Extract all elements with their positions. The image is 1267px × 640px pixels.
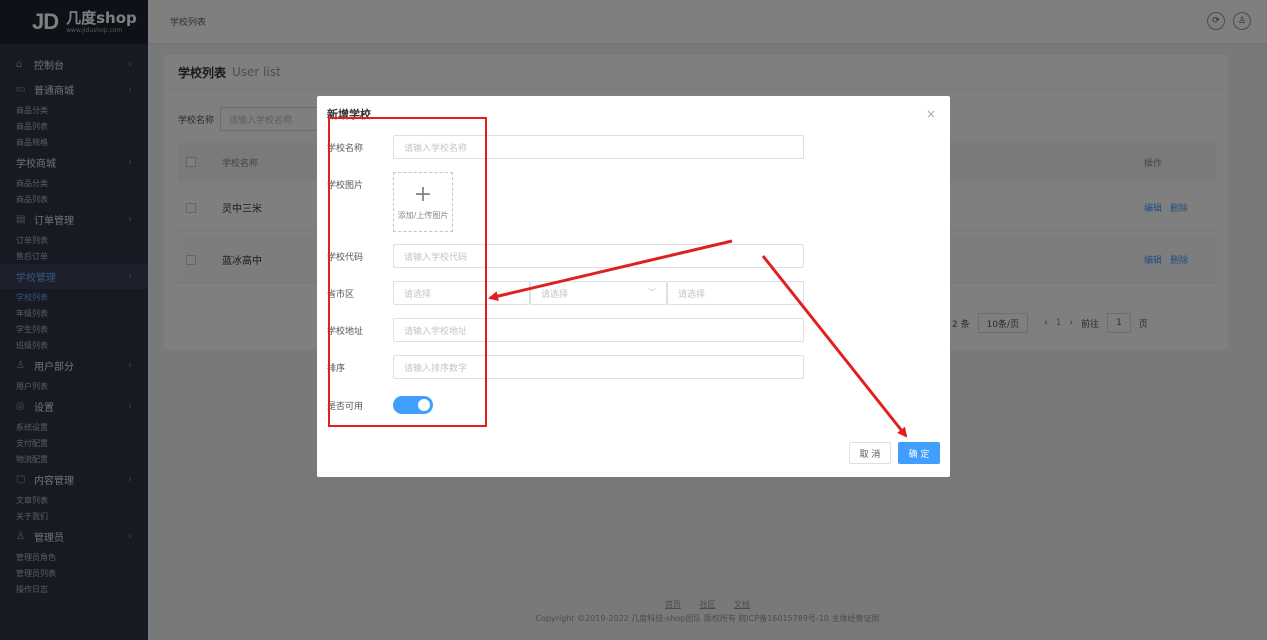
- dialog-title: 新增学校: [327, 108, 371, 121]
- plus-icon: +: [413, 181, 433, 207]
- school-name-input[interactable]: 请输入学校名称: [393, 135, 804, 159]
- province-select[interactable]: 请选择: [393, 281, 530, 305]
- cancel-button[interactable]: 取 消: [849, 442, 891, 464]
- field-label: 省市区: [327, 289, 355, 300]
- field-label: 学校名称: [327, 143, 364, 154]
- field-label: 是否可用: [327, 401, 364, 412]
- form-row-sort: 排序 请输入排序数字: [327, 355, 804, 379]
- city-select[interactable]: 请选择 ﹀: [530, 281, 667, 305]
- sort-input[interactable]: 请输入排序数字: [393, 355, 804, 379]
- chevron-down-icon: ﹀: [648, 288, 656, 297]
- field-label: 学校地址: [327, 326, 364, 337]
- field-label: 学校代码: [327, 252, 364, 263]
- select-placeholder: 请选择: [541, 289, 569, 300]
- toggle-knob: [418, 399, 430, 411]
- confirm-button[interactable]: 确 定: [898, 442, 940, 464]
- enabled-toggle[interactable]: [393, 396, 433, 414]
- form-row-name: 学校名称 请输入学校名称: [327, 135, 804, 159]
- form-row-address: 学校地址 请输入学校地址: [327, 318, 804, 342]
- field-label: 排序: [327, 363, 346, 374]
- form-row-code: 学校代码 请输入学校代码: [327, 244, 804, 268]
- close-icon[interactable]: ×: [926, 107, 936, 121]
- school-code-input[interactable]: 请输入学校代码: [393, 244, 804, 268]
- select-placeholder: 请选择: [404, 289, 432, 300]
- upload-text: 添加/上传图片: [397, 210, 449, 220]
- form-row-image: 学校图片 + 添加/上传图片: [327, 172, 453, 232]
- form-row-enabled: 是否可用: [327, 396, 433, 414]
- district-select[interactable]: 请选择: [667, 281, 804, 305]
- select-placeholder: 请选择: [678, 289, 706, 300]
- form-row-region: 省市区 请选择 请选择 ﹀ 请选择: [327, 281, 804, 305]
- field-label: 学校图片: [327, 181, 364, 191]
- school-address-input[interactable]: 请输入学校地址: [393, 318, 804, 342]
- add-school-dialog: 新增学校 × 学校名称 请输入学校名称 学校图片 + 添加/上传图片 学校代码 …: [317, 96, 950, 477]
- image-upload[interactable]: + 添加/上传图片: [393, 172, 453, 232]
